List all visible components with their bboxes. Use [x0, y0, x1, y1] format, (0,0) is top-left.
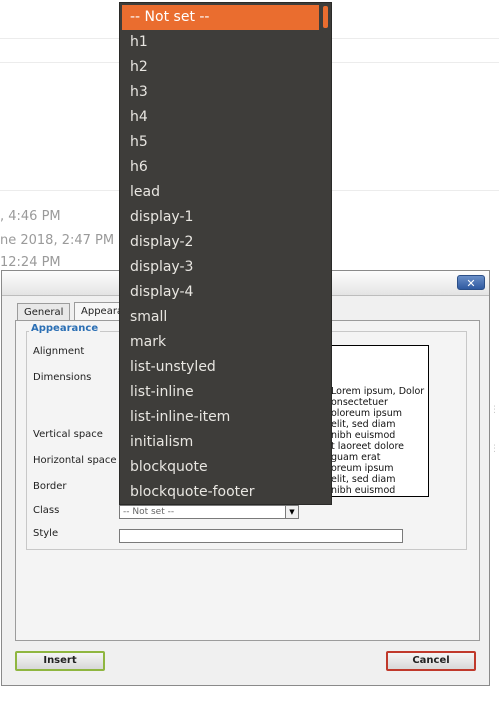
horizontal-space-label: Horizontal space — [33, 455, 117, 466]
dropdown-option[interactable]: h3 — [130, 80, 148, 105]
style-input[interactable] — [119, 529, 403, 543]
dropdown-option[interactable]: display-1 — [130, 205, 193, 230]
tab-general[interactable]: General — [17, 303, 71, 320]
class-select-value: -- Not set -- — [123, 507, 175, 517]
dropdown-option[interactable]: lead — [130, 180, 160, 205]
insert-button[interactable]: Insert — [15, 651, 105, 671]
dropdown-option[interactable]: display-4 — [130, 280, 193, 305]
fieldset-legend: Appearance — [29, 323, 101, 334]
dropdown-option[interactable]: h4 — [130, 105, 148, 130]
preview-text: onsectetuer — [331, 397, 388, 408]
class-label: Class — [33, 505, 60, 516]
timestamp-text: , 4:46 PM — [0, 209, 61, 224]
dropdown-option[interactable]: list-unstyled — [130, 355, 216, 380]
dimensions-label: Dimensions — [33, 372, 92, 383]
alignment-label: Alignment — [33, 346, 85, 357]
dropdown-scrollbar[interactable] — [320, 5, 330, 502]
timestamp-text: ne 2018, 2:47 PM — [0, 233, 115, 248]
dropdown-option[interactable]: small — [130, 305, 167, 330]
timestamp-text: 12:24 PM — [0, 255, 61, 270]
dropdown-option-selected[interactable]: -- Not set -- — [122, 5, 319, 30]
dropdown-option[interactable]: h2 — [130, 55, 148, 80]
close-button[interactable]: ✕ — [457, 275, 485, 290]
border-label: Border — [33, 481, 67, 492]
preview-text: guam erat — [331, 452, 381, 463]
edge-icon: ⋮ — [490, 444, 499, 454]
dropdown-option[interactable]: blockquote — [130, 455, 208, 480]
style-label: Style — [33, 528, 59, 539]
dropdown-scrollbar-thumb[interactable] — [323, 6, 328, 28]
preview-text: nibh euismod — [331, 485, 396, 496]
preview-text: elit, sed diam — [331, 419, 396, 430]
dropdown-option[interactable]: list-inline-item — [130, 405, 230, 430]
preview-text: t laoreet dolore — [331, 441, 404, 452]
dropdown-option[interactable]: h5 — [130, 130, 148, 155]
class-dropdown-list[interactable]: -- Not set -- h1 h2 h3 h4 h5 h6 lead dis… — [119, 2, 332, 505]
dropdown-option[interactable]: initialism — [130, 430, 193, 455]
dropdown-option[interactable]: mark — [130, 330, 166, 355]
vertical-space-label: Vertical space — [33, 429, 103, 440]
dropdown-option[interactable]: h1 — [130, 30, 148, 55]
dropdown-option[interactable]: display-3 — [130, 255, 193, 280]
dropdown-option[interactable]: list-inline — [130, 380, 194, 405]
dropdown-option[interactable]: blockquote-footer — [130, 480, 255, 504]
preview-text: nibh euismod — [331, 430, 396, 441]
cancel-button[interactable]: Cancel — [386, 651, 476, 671]
preview-text: Lorem ipsum, Dolor — [331, 386, 425, 397]
dropdown-option[interactable]: display-2 — [130, 230, 193, 255]
dropdown-option[interactable]: h6 — [130, 155, 148, 180]
edge-icon: ⋮ — [490, 405, 499, 415]
class-select[interactable]: -- Not set -- ▼ — [119, 505, 299, 519]
chevron-down-icon[interactable]: ▼ — [285, 506, 298, 518]
dropdown-option-label: -- Not set -- — [130, 9, 210, 25]
preview-text: elit, sed diam — [331, 474, 396, 485]
preview-text: oreum ipsum — [331, 463, 394, 474]
preview-text: oloreum ipsum — [331, 408, 402, 419]
